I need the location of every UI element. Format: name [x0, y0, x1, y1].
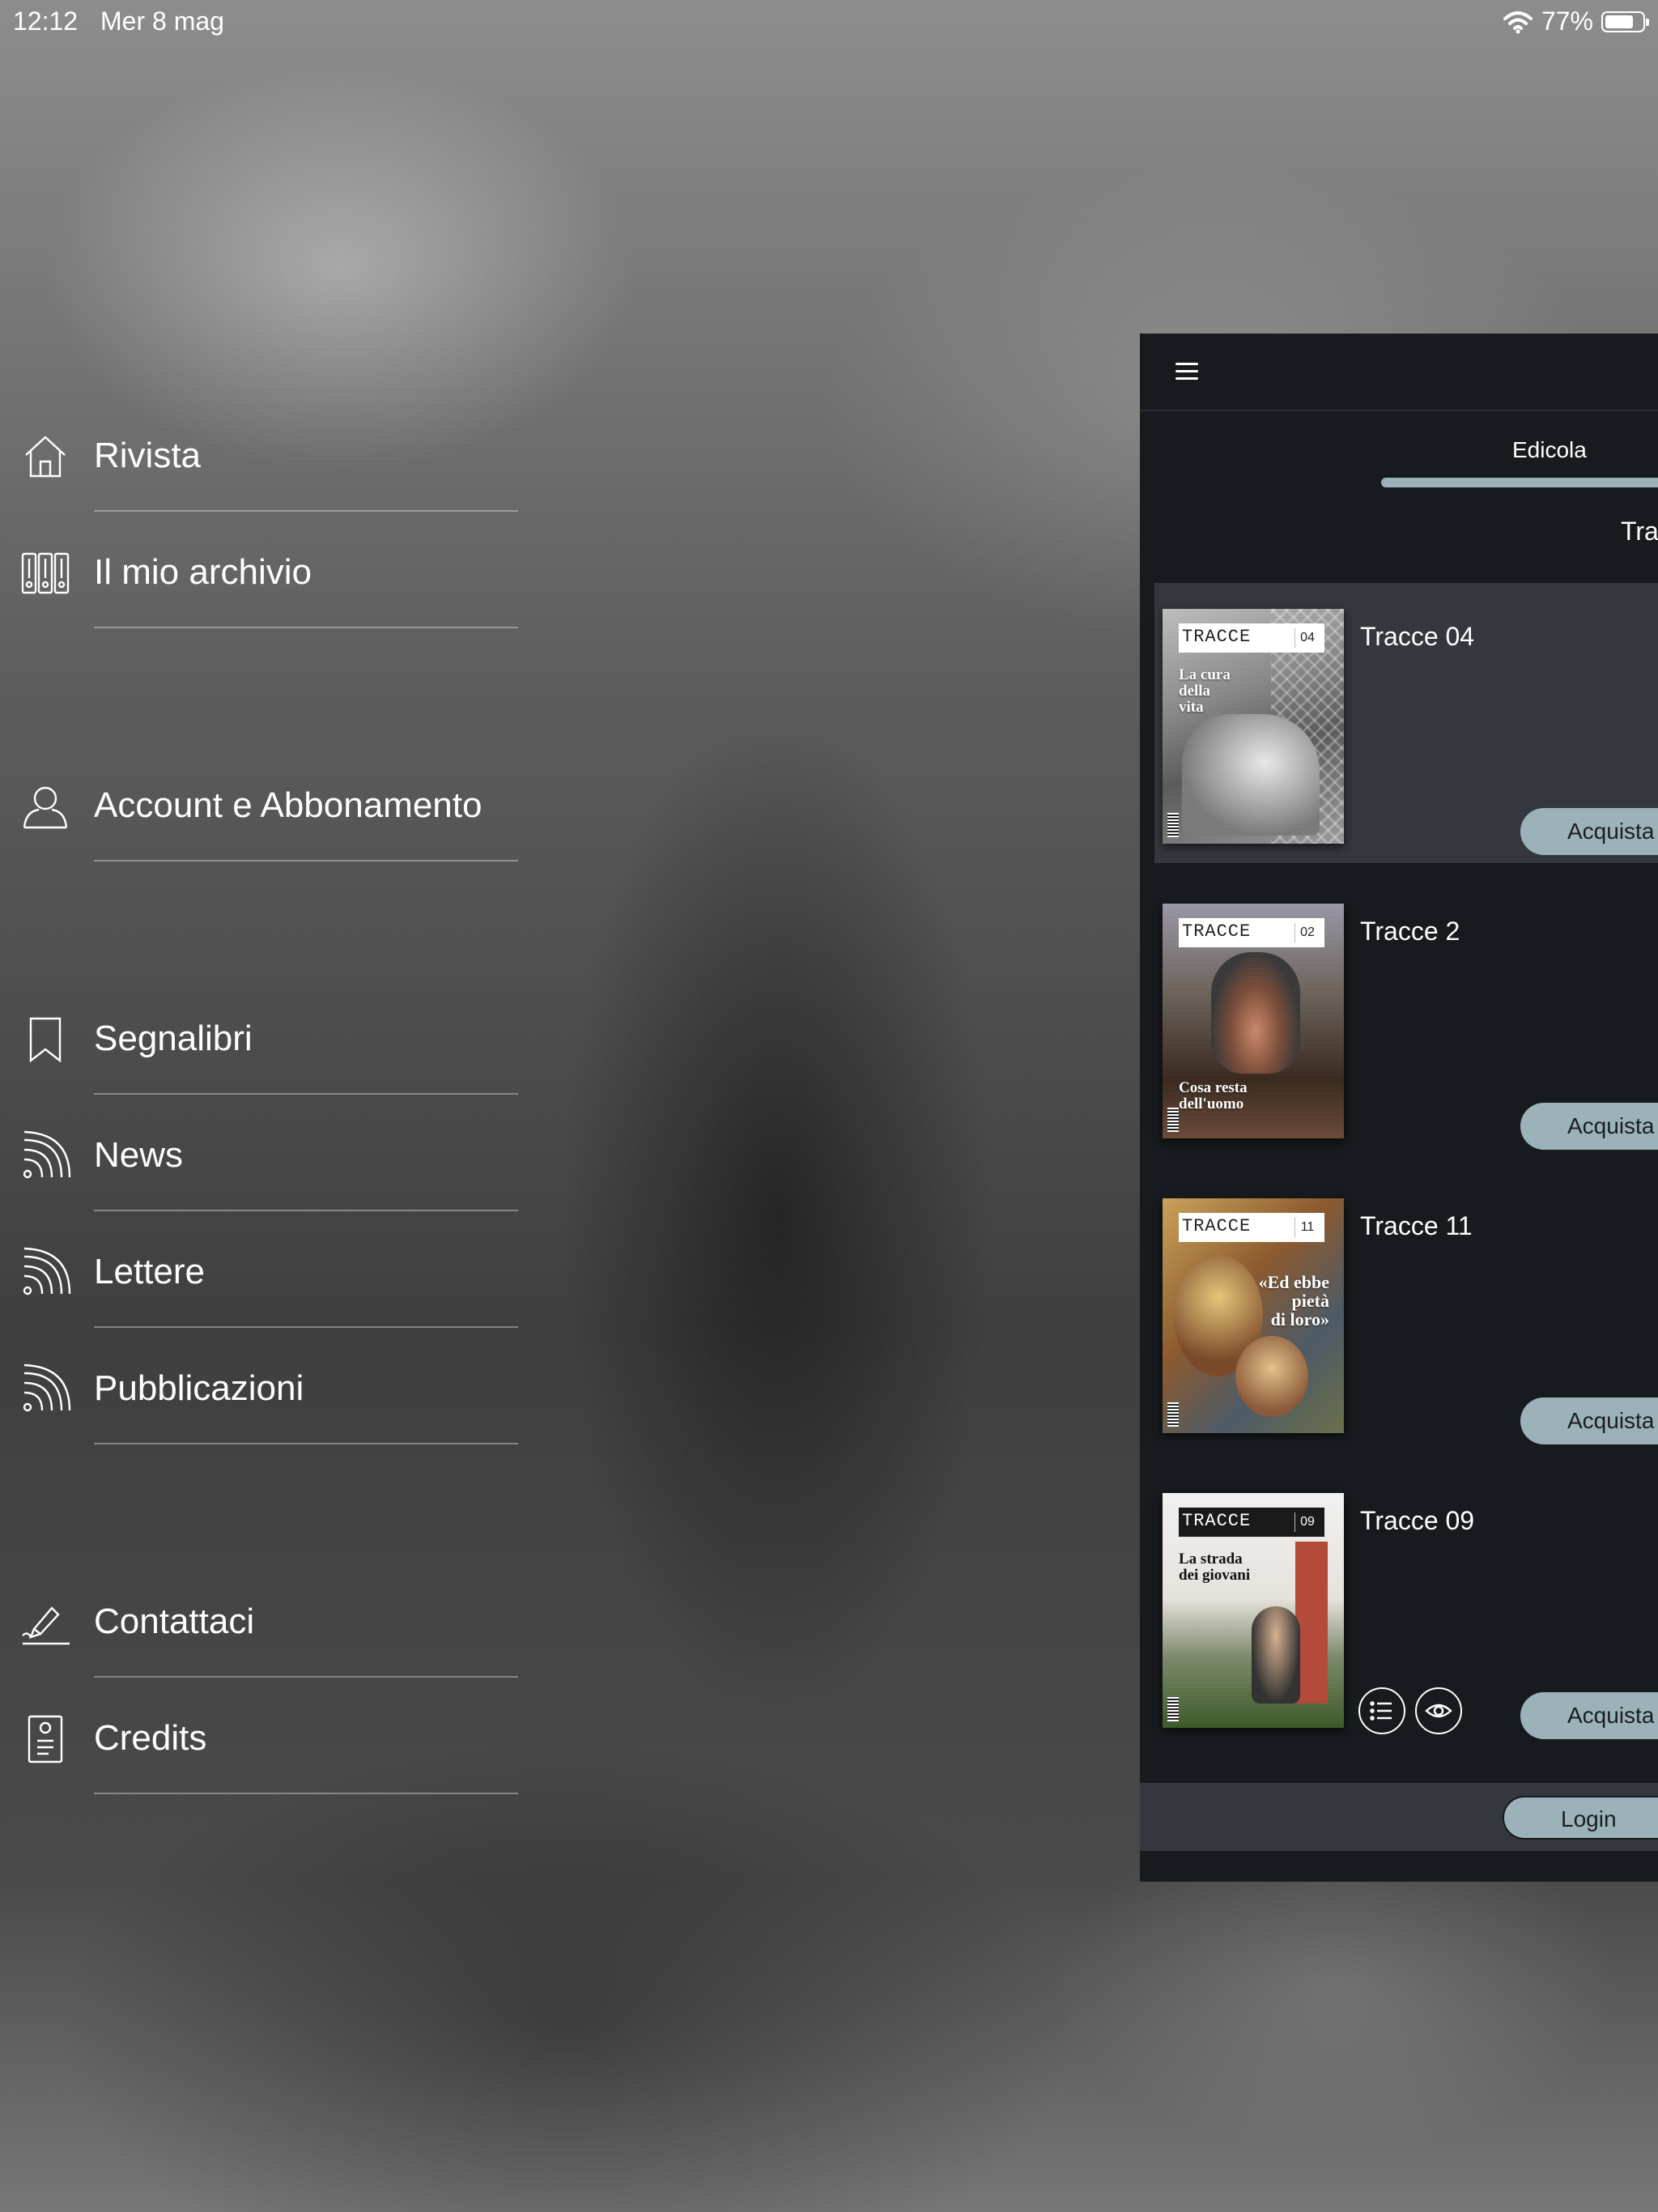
tab-partial[interactable]: Tra — [1621, 517, 1658, 547]
cover-number: 02 — [1295, 923, 1320, 942]
hamburger-menu-icon[interactable] — [1175, 363, 1198, 385]
barcode-icon — [1167, 1402, 1179, 1427]
issue-row[interactable]: TRACCE 09 La strada dei giovani Tracce 0… — [1154, 1467, 1658, 1747]
issue-row[interactable]: TRACCE 04 La cura della vita Tracce 04 A… — [1154, 583, 1658, 863]
menu-item-contattaci[interactable]: Contattaci — [0, 1561, 518, 1678]
tab-edicola[interactable]: Edicola — [1512, 437, 1587, 463]
cover-logo: TRACCE — [1182, 1511, 1252, 1531]
buy-button[interactable]: Acquista — [1520, 808, 1658, 855]
cover-logo: TRACCE — [1182, 1216, 1252, 1236]
app-panel: Edicola Tra TRACCE 04 La cura della vita… — [1140, 334, 1658, 1882]
menu-divider — [94, 860, 518, 861]
cover-masthead: TRACCE 09 — [1179, 1508, 1324, 1537]
menu-item-rivista[interactable]: Rivista — [0, 395, 518, 512]
login-bar: Login — [1140, 1783, 1658, 1851]
issue-cover[interactable]: TRACCE 11 «Ed ebbe pietà di loro» — [1163, 1198, 1344, 1433]
menu-item-pubblicazioni[interactable]: Pubblicazioni — [0, 1328, 518, 1444]
buy-button[interactable]: Acquista — [1520, 1397, 1658, 1444]
menu-item-lettere[interactable]: Lettere — [0, 1211, 518, 1328]
battery-icon — [1601, 11, 1649, 32]
login-button[interactable]: Login — [1503, 1796, 1658, 1840]
barcode-icon — [1167, 1108, 1179, 1132]
menu-divider — [94, 1443, 518, 1444]
menu-label: Il mio archivio — [94, 552, 312, 592]
cover-headline: La cura della vita — [1179, 666, 1231, 716]
barcode-icon — [1167, 1697, 1179, 1721]
menu-label: Lettere — [94, 1252, 205, 1291]
menu-item-credits[interactable]: Credits — [0, 1678, 518, 1794]
issue-title: Tracce 09 — [1360, 1506, 1475, 1535]
rss-icon — [19, 1363, 71, 1415]
menu-label: Account e Abbonamento — [94, 785, 483, 825]
menu-label: Contattaci — [94, 1602, 255, 1641]
cover-masthead: TRACCE 11 — [1179, 1213, 1324, 1242]
rss-icon — [19, 1247, 71, 1299]
side-menu: Rivista Il mio archivio Account e Abbona… — [0, 0, 534, 2212]
issue-title: Tracce 04 — [1360, 622, 1475, 651]
id-card-icon — [19, 1713, 71, 1765]
cover-photo-figure — [1252, 1606, 1300, 1704]
cover-headline: La strada dei giovani — [1179, 1551, 1251, 1584]
cover-headline: «Ed ebbe pietà di loro» — [1258, 1272, 1329, 1329]
cover-photo-figure — [1235, 1336, 1308, 1417]
rss-icon — [19, 1130, 71, 1182]
issue-cover[interactable]: TRACCE 09 La strada dei giovani — [1163, 1493, 1344, 1728]
issue-cover[interactable]: TRACCE 04 La cura della vita — [1163, 609, 1344, 844]
issue-title: Tracce 2 — [1360, 917, 1460, 946]
cover-number: 11 — [1295, 1218, 1320, 1237]
wifi-icon — [1503, 11, 1533, 33]
panel-header — [1140, 334, 1658, 411]
cover-headline: Cosa resta dell'uomo — [1179, 1079, 1248, 1112]
issue-row[interactable]: TRACCE 02 Cosa resta dell'uomo Tracce 2 … — [1154, 878, 1658, 1158]
cover-logo: TRACCE — [1182, 921, 1252, 942]
buy-button[interactable]: Acquista — [1520, 1692, 1658, 1739]
pen-signature-icon — [19, 1597, 71, 1648]
battery-percent: 77% — [1541, 6, 1593, 36]
menu-divider — [94, 627, 518, 628]
home-icon — [19, 431, 71, 483]
cover-photo-figure — [1182, 714, 1320, 836]
issue-cover[interactable]: TRACCE 02 Cosa resta dell'uomo — [1163, 904, 1344, 1138]
menu-label: Rivista — [94, 436, 202, 475]
cover-masthead: TRACCE 04 — [1179, 623, 1324, 653]
menu-item-archivio[interactable]: Il mio archivio — [0, 512, 518, 628]
bookmark-icon — [19, 1014, 71, 1066]
archive-binders-icon — [19, 547, 71, 599]
cover-photo-building — [1295, 1542, 1328, 1704]
user-icon — [19, 781, 71, 832]
barcode-icon — [1167, 813, 1179, 837]
buy-button[interactable]: Acquista — [1520, 1103, 1658, 1150]
menu-label: Segnalibri — [94, 1019, 253, 1058]
cover-number: 09 — [1295, 1512, 1320, 1532]
menu-item-segnalibri[interactable]: Segnalibri — [0, 978, 518, 1095]
cover-number: 04 — [1295, 628, 1320, 648]
menu-divider — [94, 1793, 518, 1794]
issue-title: Tracce 11 — [1360, 1211, 1473, 1240]
issue-row[interactable]: TRACCE 11 «Ed ebbe pietà di loro» Tracce… — [1154, 1172, 1658, 1453]
table-of-contents-button[interactable] — [1358, 1687, 1405, 1734]
tab-active-indicator — [1381, 478, 1658, 487]
list-icon — [1370, 1701, 1392, 1721]
battery-fill — [1605, 15, 1633, 28]
cover-logo: TRACCE — [1182, 627, 1252, 647]
status-indicators: 77% — [1503, 6, 1649, 36]
cover-photo-figure — [1211, 952, 1300, 1074]
menu-label: Pubblicazioni — [94, 1368, 304, 1408]
eye-icon — [1425, 1704, 1452, 1718]
menu-label: News — [94, 1135, 184, 1175]
menu-item-news[interactable]: News — [0, 1095, 518, 1211]
cover-masthead: TRACCE 02 — [1179, 918, 1324, 947]
menu-item-account[interactable]: Account e Abbonamento — [0, 745, 518, 861]
preview-button[interactable] — [1415, 1687, 1462, 1734]
menu-label: Credits — [94, 1718, 207, 1758]
